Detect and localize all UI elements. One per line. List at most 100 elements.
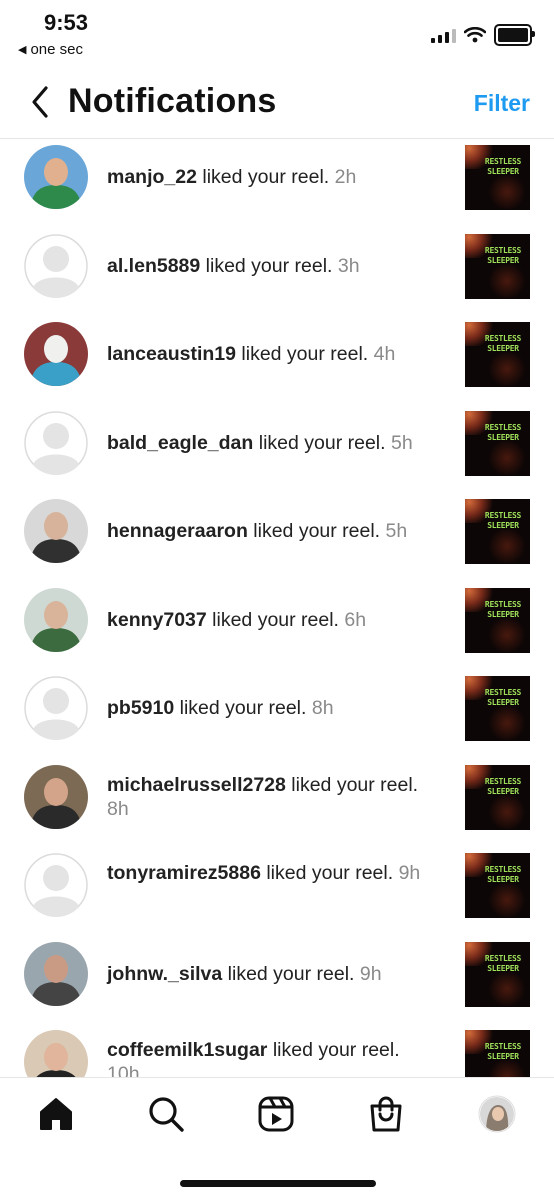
notification-action: liked your reel. — [174, 697, 312, 719]
username-link[interactable]: kenny7037 — [107, 609, 207, 631]
reel-thumbnail-title: RESTLESS SLEEPER — [484, 246, 522, 265]
home-icon[interactable] — [36, 1094, 76, 1134]
notification-text: bald_eagle_dan liked your reel. 5h — [107, 431, 457, 455]
reel-thumbnail[interactable]: RESTLESS SLEEPER — [465, 499, 530, 564]
notification-list[interactable]: manjo_22 liked your reel. 2h RESTLESS SLE… — [0, 139, 554, 1077]
reel-thumbnail[interactable]: RESTLESS SLEEPER — [465, 853, 530, 918]
back-to-app-link[interactable]: ◀ one sec — [18, 41, 83, 58]
user-avatar[interactable] — [24, 145, 88, 209]
username-link[interactable]: lanceaustin19 — [107, 343, 236, 365]
reel-thumbnail[interactable]: RESTLESS SLEEPER — [465, 1030, 530, 1077]
notification-action: liked your reel. — [253, 432, 391, 454]
back-app-label: one sec — [30, 41, 84, 58]
notification-row[interactable]: bald_eagle_dan liked your reel. 5h RESTLE… — [0, 409, 554, 497]
shop-icon[interactable] — [366, 1094, 406, 1134]
reel-thumbnail-title: RESTLESS SLEEPER — [484, 954, 522, 973]
username-link[interactable]: manjo_22 — [107, 166, 197, 188]
notification-action: liked your reel. — [267, 1039, 400, 1061]
notification-row[interactable]: lanceaustin19 liked your reel. 4h RESTLES… — [0, 320, 554, 408]
reel-thumbnail-title: RESTLESS SLEEPER — [484, 423, 522, 442]
username-link[interactable]: michaelrussell2728 — [107, 774, 286, 796]
reel-thumbnail-title: RESTLESS SLEEPER — [484, 688, 522, 707]
reel-thumbnail-title: RESTLESS SLEEPER — [484, 600, 522, 619]
notification-action: liked your reel. — [235, 343, 374, 365]
notification-text: michaelrussell2728 liked your reel. 8h — [107, 773, 427, 821]
home-indicator — [180, 1180, 376, 1187]
user-avatar[interactable] — [24, 588, 88, 652]
notification-row[interactable]: al.len5889 liked your reel. 3h RESTLESS S… — [0, 232, 554, 320]
reel-thumbnail-title: RESTLESS SLEEPER — [484, 157, 522, 176]
status-icons — [431, 24, 535, 46]
notification-text: tonyramirez5886 liked your reel. 9h — [107, 861, 427, 885]
notification-row[interactable]: tonyramirez5886 liked your reel. 9h RESTL… — [0, 851, 554, 939]
reel-thumbnail[interactable]: RESTLESS SLEEPER — [465, 765, 530, 830]
reel-thumbnail[interactable]: RESTLESS SLEEPER — [465, 676, 530, 741]
username-link[interactable]: pb5910 — [107, 697, 174, 719]
filter-button[interactable]: Filter — [474, 90, 530, 117]
profile-avatar[interactable] — [478, 1095, 516, 1133]
timestamp: 8h — [107, 798, 129, 820]
reel-thumbnail-title: RESTLESS SLEEPER — [484, 1042, 522, 1061]
timestamp: 3h — [337, 255, 360, 277]
notification-action: liked your reel. — [200, 255, 338, 277]
clock: 9:53 — [44, 10, 89, 35]
status-bar: 9:53 ◀ one sec — [0, 0, 554, 70]
reel-thumbnail-title: RESTLESS SLEEPER — [484, 334, 522, 353]
notification-text: hennageraaron liked your reel. 5h — [107, 519, 457, 543]
notification-row[interactable]: manjo_22 liked your reel. 2h RESTLESS SLE… — [0, 143, 554, 231]
notification-row[interactable]: coffeemilk1sugar liked your reel. 10h RES… — [0, 1028, 554, 1077]
user-avatar[interactable] — [24, 765, 88, 829]
wifi-icon — [464, 27, 486, 43]
reel-thumbnail-title: RESTLESS SLEEPER — [484, 777, 522, 796]
username-link[interactable]: coffeemilk1sugar — [107, 1039, 267, 1061]
reels-icon[interactable] — [256, 1094, 296, 1134]
timestamp: 9h — [398, 862, 421, 884]
user-avatar[interactable] — [24, 942, 88, 1006]
timestamp: 5h — [390, 432, 413, 454]
timestamp: 8h — [311, 697, 334, 719]
reel-thumbnail[interactable]: RESTLESS SLEEPER — [465, 145, 530, 210]
notification-action: liked your reel. — [206, 609, 345, 631]
user-avatar[interactable] — [24, 322, 88, 386]
reel-thumbnail[interactable]: RESTLESS SLEEPER — [465, 322, 530, 387]
back-triangle-icon: ◀ — [18, 44, 27, 56]
notification-text: kenny7037 liked your reel. 6h — [107, 608, 457, 632]
user-avatar[interactable] — [24, 1030, 88, 1077]
notification-row[interactable]: kenny7037 liked your reel. 6h RESTLESS SL… — [0, 586, 554, 674]
timestamp: 2h — [334, 166, 357, 188]
default-avatar-icon[interactable] — [24, 234, 88, 298]
timestamp: 10h — [107, 1063, 140, 1077]
reel-thumbnail[interactable]: RESTLESS SLEEPER — [465, 411, 530, 476]
notification-action: liked your reel. — [285, 774, 419, 796]
notification-row[interactable]: pb5910 liked your reel. 8h RESTLESS SLEEP… — [0, 674, 554, 762]
search-icon[interactable] — [146, 1094, 186, 1134]
notification-row[interactable]: hennageraaron liked your reel. 5h RESTLES… — [0, 497, 554, 585]
notification-row[interactable]: michaelrussell2728 liked your reel. 8h RE… — [0, 763, 554, 851]
reel-thumbnail[interactable]: RESTLESS SLEEPER — [465, 588, 530, 653]
timestamp: 6h — [344, 609, 367, 631]
notification-text: lanceaustin19 liked your reel. 4h — [107, 342, 457, 366]
timestamp: 5h — [385, 520, 408, 542]
reel-thumbnail-title: RESTLESS SLEEPER — [484, 511, 522, 530]
page-title: Notifications — [68, 82, 277, 120]
reel-thumbnail[interactable]: RESTLESS SLEEPER — [465, 942, 530, 1007]
reel-thumbnail[interactable]: RESTLESS SLEEPER — [465, 234, 530, 299]
username-link[interactable]: al.len5889 — [107, 255, 200, 277]
user-avatar[interactable] — [24, 499, 88, 563]
timestamp: 4h — [373, 343, 396, 365]
battery-icon — [494, 24, 535, 46]
notification-row[interactable]: johnw._silva liked your reel. 9h RESTLESS… — [0, 940, 554, 1028]
notification-text: johnw._silva liked your reel. 9h — [107, 962, 457, 986]
notification-action: liked your reel. — [222, 963, 360, 985]
timestamp: 9h — [359, 963, 382, 985]
default-avatar-icon[interactable] — [24, 676, 88, 740]
default-avatar-icon[interactable] — [24, 853, 88, 917]
notification-text: pb5910 liked your reel. 8h — [107, 696, 457, 720]
default-avatar-icon[interactable] — [24, 411, 88, 475]
username-link[interactable]: hennageraaron — [107, 520, 248, 542]
back-chevron-icon[interactable] — [28, 84, 58, 120]
username-link[interactable]: tonyramirez5886 — [107, 862, 261, 884]
notification-action: liked your reel. — [260, 862, 399, 884]
username-link[interactable]: bald_eagle_dan — [107, 432, 253, 454]
username-link[interactable]: johnw._silva — [107, 963, 222, 985]
